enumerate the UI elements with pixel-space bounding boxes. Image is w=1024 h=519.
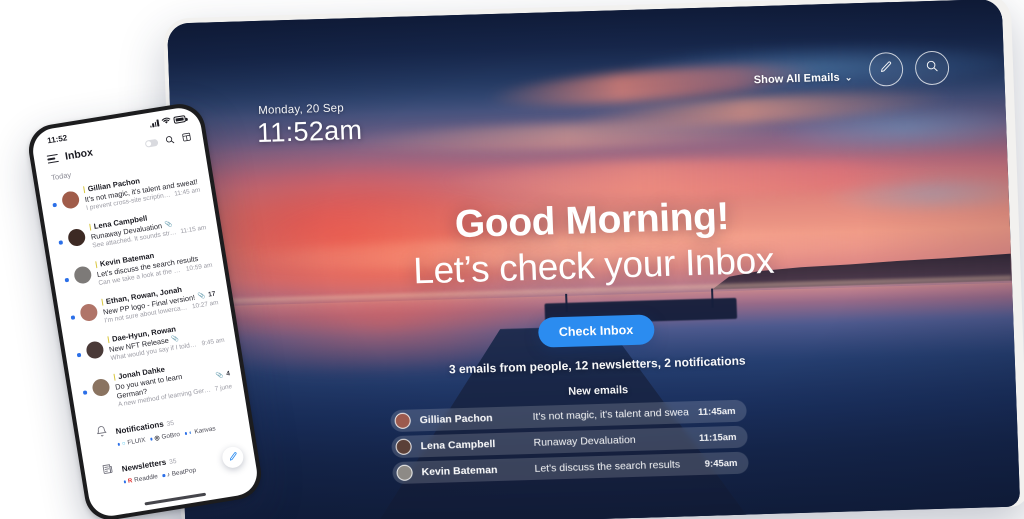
hamburger-menu-icon[interactable] xyxy=(46,153,59,164)
accent-bar xyxy=(82,186,86,194)
brand-logo-icon: ◎ xyxy=(154,435,161,443)
email-sender: Kevin Bateman xyxy=(421,464,498,479)
brand-logo-icon: ♪ xyxy=(166,471,171,479)
unread-dot xyxy=(64,277,69,282)
source-item[interactable]: ◐ Kanvas xyxy=(184,425,216,437)
battery-icon xyxy=(173,115,187,124)
unread-dot xyxy=(184,432,188,435)
search-icon[interactable] xyxy=(164,134,175,145)
current-time: 11:52am xyxy=(256,114,363,148)
attachment-icon: 📎 xyxy=(197,293,206,301)
email-subject: It's not magic, it's talent and sweat! xyxy=(532,406,690,423)
greeting-heading: Good Morning! Let’s check your Inbox xyxy=(174,189,1012,303)
accent-bar xyxy=(100,298,104,306)
email-time: 11:45am xyxy=(697,405,736,418)
check-inbox-button[interactable]: Check Inbox xyxy=(537,314,655,348)
unread-dot xyxy=(162,474,166,477)
unread-dot xyxy=(150,437,153,441)
screenshot-stage: Monday, 20 Sep 11:52am Show All Emails ⌄ xyxy=(0,0,1024,519)
home-indicator xyxy=(144,493,207,506)
accent-bar xyxy=(88,223,92,231)
bell-icon xyxy=(92,422,109,439)
thread-count-badge: 4 xyxy=(225,369,231,378)
thread-count-badge: 17 xyxy=(207,290,217,299)
source-item[interactable]: ♪ BeatPop xyxy=(162,466,197,479)
search-button[interactable] xyxy=(914,50,950,86)
pencil-icon xyxy=(226,448,239,467)
email-sender: Gillian Pachon xyxy=(419,412,493,427)
source-item[interactable]: R Readdle xyxy=(123,473,158,485)
pencil-icon xyxy=(879,60,894,79)
tablet-screen: Monday, 20 Sep 11:52am Show All Emails ⌄ xyxy=(166,0,1021,519)
avatar xyxy=(84,340,105,360)
email-subject: Runaway Devaluation xyxy=(533,433,636,449)
source-name: Readdle xyxy=(133,473,159,484)
unread-dot xyxy=(76,352,81,357)
source-name: FLUIX xyxy=(126,436,146,447)
source-name: Kanvas xyxy=(193,425,217,436)
accent-bar xyxy=(113,373,116,381)
avatar xyxy=(395,438,412,456)
search-icon xyxy=(925,58,940,77)
email-time: 9:45am xyxy=(704,457,738,470)
source-item[interactable]: ○ FLUIX xyxy=(117,437,146,448)
avatar xyxy=(394,412,411,430)
avatar xyxy=(66,227,87,248)
email-time: 11:15am xyxy=(698,431,737,444)
unread-dot xyxy=(82,390,87,395)
show-all-emails-label: Show All Emails xyxy=(753,71,840,87)
wifi-icon xyxy=(161,116,171,126)
unread-filter-toggle[interactable] xyxy=(144,138,159,148)
source-name: GoBro xyxy=(161,431,181,441)
unread-dot xyxy=(123,480,127,484)
brand-logo-icon: ◐ xyxy=(188,429,194,436)
source-item[interactable]: ◎ GoBro xyxy=(150,431,181,443)
attachment-icon: 📎 xyxy=(164,221,173,229)
chevron-down-icon: ⌄ xyxy=(844,71,853,83)
unread-dot xyxy=(117,443,121,446)
signal-icon xyxy=(149,119,160,128)
avatar xyxy=(60,190,80,210)
source-name: BeatPop xyxy=(171,466,197,478)
attachment-icon: 📎 xyxy=(171,335,180,344)
compose-button[interactable] xyxy=(868,51,904,87)
group-count: 35 xyxy=(166,419,175,428)
unread-dot xyxy=(58,240,63,245)
newspaper-icon xyxy=(98,460,115,477)
cards-view-icon[interactable] xyxy=(181,131,192,142)
avatar xyxy=(78,302,99,323)
email-subject: Let's discuss the search results xyxy=(534,458,681,475)
message-time: 7 june xyxy=(214,383,233,393)
group-title-text: Newsletters xyxy=(121,457,167,474)
tablet-device: Monday, 20 Sep 11:52am Show All Emails ⌄ xyxy=(162,0,1024,519)
accent-bar xyxy=(94,261,98,269)
brand-logo-icon: R xyxy=(127,477,133,485)
accent-bar xyxy=(107,336,110,344)
avatar xyxy=(90,377,111,398)
brand-logo-icon: ○ xyxy=(121,440,127,447)
unread-dot xyxy=(70,315,75,320)
new-emails-list: Gillian Pachon It's not magic, it's tale… xyxy=(390,399,749,489)
avatar xyxy=(72,265,93,285)
show-all-emails-dropdown[interactable]: Show All Emails ⌄ xyxy=(753,71,853,87)
attachment-icon: 📎 xyxy=(215,371,224,379)
email-sender: Lena Campbell xyxy=(420,438,496,453)
unread-dot xyxy=(52,202,57,207)
tablet-ui-layer: Monday, 20 Sep 11:52am Show All Emails ⌄ xyxy=(167,0,1020,519)
avatar xyxy=(396,464,413,481)
group-count: 35 xyxy=(168,457,178,467)
